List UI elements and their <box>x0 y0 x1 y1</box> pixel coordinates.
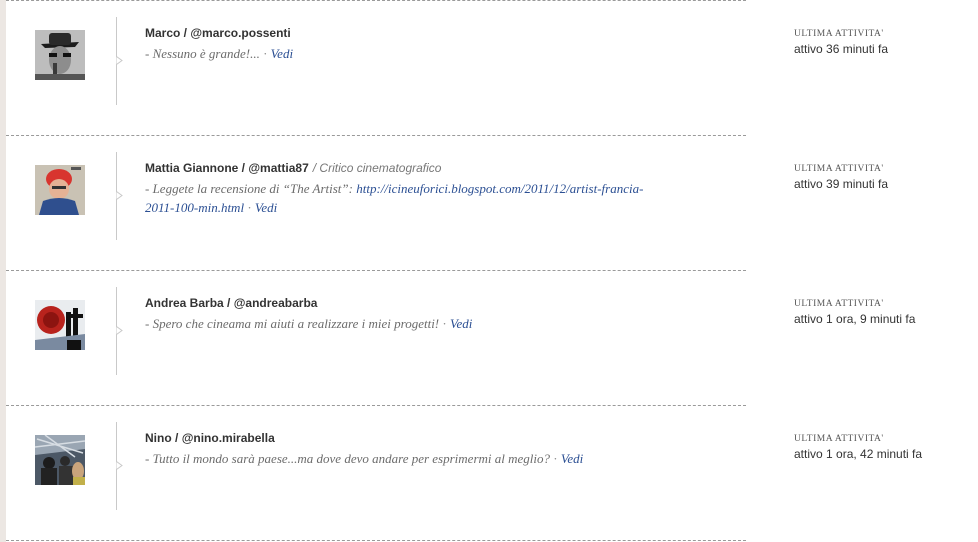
message-text: - Spero che cineama mi aiuti a realizzar… <box>145 316 440 331</box>
review-url-link[interactable]: http://icineuforici.blogspot.com/2011/12… <box>356 181 643 196</box>
status-message: - Nessuno è grande!... · Vedi <box>145 44 705 63</box>
last-activity: ULTIMA ATTIVITA' attivo 36 minuti fa <box>794 28 974 57</box>
separator-dot: · <box>442 316 447 331</box>
last-activity-label: ULTIMA ATTIVITA' <box>794 299 884 309</box>
last-activity-value: attivo 36 minuti fa <box>794 42 889 56</box>
user-name: Marco <box>145 26 181 40</box>
user-handle: @marco.possenti <box>190 26 291 40</box>
user-name-link[interactable]: Mattia Giannone / @mattia87 <box>145 161 309 175</box>
separator-dot: · <box>247 200 252 215</box>
feed-item-content: Mattia Giannone / @mattia87/ Critico cin… <box>145 160 705 217</box>
last-activity-label: ULTIMA ATTIVITA' <box>794 29 884 39</box>
last-activity-value: attivo 1 ora, 42 minuti fa <box>794 447 923 461</box>
user-name-link[interactable]: Marco / @marco.possenti <box>145 26 291 40</box>
user-name-line: Marco / @marco.possenti <box>145 25 705 41</box>
view-link[interactable]: Vedi <box>561 451 583 466</box>
feed-item-content: Marco / @marco.possenti - Nessuno è gran… <box>145 25 705 63</box>
separator-dot: · <box>263 46 268 61</box>
user-name: Mattia Giannone <box>145 161 239 175</box>
feed-item: Marco / @marco.possenti - Nessuno è gran… <box>6 0 978 135</box>
status-message: - Spero che cineama mi aiuti a realizzar… <box>145 314 705 333</box>
user-handle: @andreabarba <box>233 296 318 310</box>
user-name-link[interactable]: Nino / @nino.mirabella <box>145 431 275 445</box>
last-activity-label: ULTIMA ATTIVITA' <box>794 434 884 444</box>
feed-item: Mattia Giannone / @mattia87/ Critico cin… <box>6 135 978 270</box>
feed-item: Nino / @nino.mirabella - Tutto il mondo … <box>6 405 978 540</box>
timeline-arrow-icon <box>116 461 123 470</box>
user-handle: @nino.mirabella <box>181 431 275 445</box>
timeline-arrow-icon <box>116 56 123 65</box>
last-activity-value: attivo 39 minuti fa <box>794 177 889 191</box>
last-activity: ULTIMA ATTIVITA' attivo 39 minuti fa <box>794 163 974 192</box>
view-link[interactable]: Vedi <box>271 46 293 61</box>
status-message: - Tutto il mondo sarà paese...ma dove de… <box>145 449 705 468</box>
view-link[interactable]: Vedi <box>450 316 472 331</box>
feed-item: Andrea Barba / @andreabarba - Spero che … <box>6 270 978 405</box>
user-name-line: Mattia Giannone / @mattia87/ Critico cin… <box>145 160 705 176</box>
red-logo-avatar[interactable] <box>35 300 85 350</box>
status-message: - Leggete la recensione di “The Artist”:… <box>145 179 705 217</box>
user-handle: @mattia87 <box>248 161 309 175</box>
message-text: - Nessuno è grande!... <box>145 46 260 61</box>
user-name-line: Andrea Barba / @andreabarba <box>145 295 705 311</box>
message-text: - Tutto il mondo sarà paese...ma dove de… <box>145 451 550 466</box>
user-name-link[interactable]: Andrea Barba / @andreabarba <box>145 296 317 310</box>
last-activity-label: ULTIMA ATTIVITA' <box>794 164 884 174</box>
hat-portrait-avatar[interactable] <box>35 30 85 80</box>
last-activity: ULTIMA ATTIVITA' attivo 1 ora, 42 minuti… <box>794 433 974 462</box>
last-activity: ULTIMA ATTIVITA' attivo 1 ora, 9 minuti … <box>794 298 974 327</box>
feed-item-content: Nino / @nino.mirabella - Tutto il mondo … <box>145 430 705 468</box>
user-name: Nino <box>145 431 172 445</box>
crowd-photo-avatar[interactable] <box>35 435 85 485</box>
timeline-arrow-icon <box>116 191 123 200</box>
user-name: Andrea Barba <box>145 296 224 310</box>
user-role: / Critico cinematografico <box>312 161 442 175</box>
separator-dot: · <box>553 451 558 466</box>
view-link[interactable]: Vedi <box>255 200 277 215</box>
timeline-arrow-icon <box>116 326 123 335</box>
message-text: - Leggete la recensione di “The Artist”: <box>145 181 353 196</box>
user-name-line: Nino / @nino.mirabella <box>145 430 705 446</box>
last-activity-value: attivo 1 ora, 9 minuti fa <box>794 312 916 326</box>
red-beanie-avatar[interactable] <box>35 165 85 215</box>
feed-item-content: Andrea Barba / @andreabarba - Spero che … <box>145 295 705 333</box>
activity-feed: Marco / @marco.possenti - Nessuno è gran… <box>6 0 978 542</box>
review-url-link-tail[interactable]: 2011-100-min.html <box>145 200 244 215</box>
feed-separator <box>6 540 746 541</box>
